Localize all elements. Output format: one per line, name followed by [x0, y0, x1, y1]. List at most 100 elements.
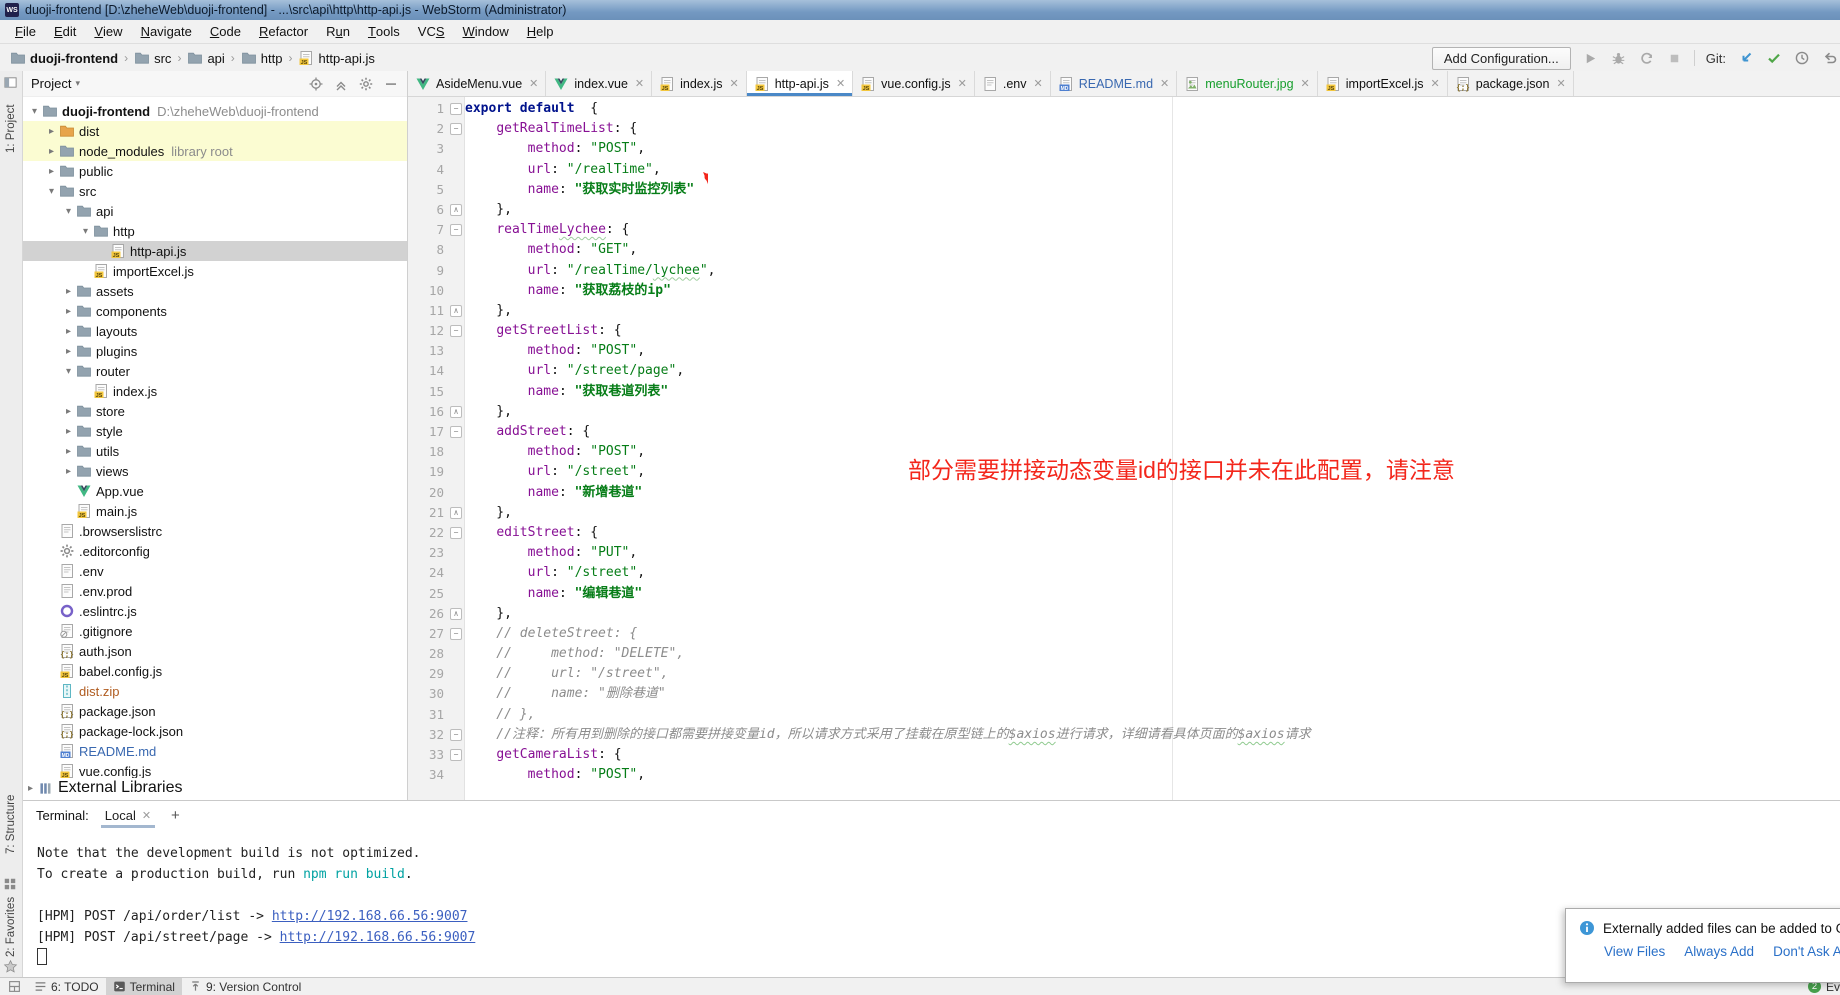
tab-close-icon[interactable]: ✕	[1554, 77, 1565, 90]
fold-marker-icon[interactable]: −	[450, 729, 462, 741]
fold-marker-icon[interactable]: ∧	[450, 406, 462, 418]
locate-file-icon[interactable]	[308, 76, 324, 92]
tree-item-public[interactable]: ▸public	[23, 161, 407, 181]
tab-README.md[interactable]: MDREADME.md✕	[1051, 71, 1178, 96]
tree-item-vue.config.js[interactable]: JSvue.config.js	[23, 761, 407, 778]
strip-label-favorites[interactable]: 2: Favorites	[0, 895, 22, 959]
statusbar-terminal[interactable]: Terminal	[106, 978, 182, 995]
collapse-all-icon[interactable]	[333, 76, 349, 92]
tree-item-layouts[interactable]: ▸layouts	[23, 321, 407, 341]
menu-code[interactable]: Code	[201, 20, 250, 43]
run-icon[interactable]	[1582, 50, 1599, 67]
menu-window[interactable]: Window	[454, 20, 518, 43]
fold-marker-icon[interactable]: −	[450, 628, 462, 640]
statusbar-vcs[interactable]: 9: Version Control	[182, 978, 308, 995]
tab-close-icon[interactable]: ✕	[1299, 77, 1310, 90]
tree-item-README.md[interactable]: MDREADME.md	[23, 741, 407, 761]
tree-item-.browserslistrc[interactable]: .browserslistrc	[23, 521, 407, 541]
statusbar-todo[interactable]: 6: TODO	[27, 978, 106, 995]
breadcrumb-item-http[interactable]: http	[241, 50, 283, 66]
tree-item-src[interactable]: ▾src	[23, 181, 407, 201]
tab-http-api.js[interactable]: JShttp-api.js✕	[747, 71, 853, 96]
tree-item-.env[interactable]: .env	[23, 561, 407, 581]
tree-expand-icon[interactable]: ▸	[61, 326, 76, 337]
breadcrumb-item-duoji-frontend[interactable]: duoji-frontend	[10, 50, 118, 66]
git-update-icon[interactable]	[1737, 50, 1754, 67]
tree-item-main.js[interactable]: JSmain.js	[23, 501, 407, 521]
code-editor[interactable]: 1−2−3456∧7−891011∧12−13141516∧17−1819202…	[408, 97, 1840, 800]
new-terminal-session-icon[interactable]: +	[167, 807, 184, 824]
fold-marker-icon[interactable]: −	[450, 325, 462, 337]
tree-expand-icon[interactable]: ▸	[61, 406, 76, 417]
tab-close-icon[interactable]: ✕	[1158, 77, 1169, 90]
terminal-link[interactable]: http://192.168.66.56:9007	[280, 930, 476, 945]
tree-expand-icon[interactable]: ▾	[78, 226, 93, 237]
fold-marker-icon[interactable]: ∧	[450, 204, 462, 216]
menu-vcs[interactable]: VCS	[409, 20, 454, 43]
notification-action-view-files[interactable]: View Files	[1604, 944, 1665, 959]
strip-label-project[interactable]: 1: Project	[0, 93, 22, 165]
menu-view[interactable]: View	[85, 20, 131, 43]
tree-item-http[interactable]: ▾http	[23, 221, 407, 241]
tree-item-api[interactable]: ▾api	[23, 201, 407, 221]
tab-menuRouter.jpg[interactable]: menuRouter.jpg✕	[1177, 71, 1317, 96]
breadcrumb-item-http-api.js[interactable]: JShttp-api.js	[298, 50, 374, 66]
tree-expand-icon[interactable]: ▸	[61, 306, 76, 317]
menu-help[interactable]: Help	[518, 20, 563, 43]
notification-action-don't-ask-agai[interactable]: Don't Ask Agai	[1773, 944, 1840, 959]
tab-.env[interactable]: .env✕	[975, 71, 1051, 96]
fold-marker-icon[interactable]: ∧	[450, 305, 462, 317]
tree-item-store[interactable]: ▸store	[23, 401, 407, 421]
terminal-link[interactable]: http://192.168.66.56:9007	[272, 909, 468, 924]
tree-item-router[interactable]: ▾router	[23, 361, 407, 381]
tree-expand-icon[interactable]: ▸	[44, 146, 59, 157]
tree-item-utils[interactable]: ▸utils	[23, 441, 407, 461]
tree-expand-icon[interactable]: ▸	[61, 446, 76, 457]
menu-navigate[interactable]: Navigate	[132, 20, 201, 43]
stop-icon[interactable]	[1666, 50, 1683, 67]
tree-item-assets[interactable]: ▸assets	[23, 281, 407, 301]
menu-edit[interactable]: Edit	[45, 20, 85, 43]
terminal-tab-close-icon[interactable]: ✕	[142, 809, 151, 822]
settings-gear-icon[interactable]	[358, 76, 374, 92]
fold-marker-icon[interactable]: −	[450, 103, 462, 115]
fold-marker-icon[interactable]: −	[450, 426, 462, 438]
tab-close-icon[interactable]: ✕	[1032, 77, 1043, 90]
tree-item-importExcel.js[interactable]: JSimportExcel.js	[23, 261, 407, 281]
tree-item-http-api.js[interactable]: JShttp-api.js	[23, 241, 407, 261]
tree-item-App.vue[interactable]: App.vue	[23, 481, 407, 501]
menu-run[interactable]: Run	[317, 20, 359, 43]
tab-close-icon[interactable]: ✕	[633, 77, 644, 90]
favorites-star-icon[interactable]	[3, 959, 19, 975]
fold-marker-icon[interactable]: ∧	[450, 608, 462, 620]
tree-item-package.json[interactable]: {;}package.json	[23, 701, 407, 721]
tree-expand-icon[interactable]: ▸	[61, 346, 76, 357]
run-with-coverage-icon[interactable]	[1638, 50, 1655, 67]
tab-close-icon[interactable]: ✕	[728, 77, 739, 90]
menu-tools[interactable]: Tools	[359, 20, 409, 43]
breadcrumb-item-src[interactable]: src	[134, 50, 171, 66]
fold-marker-icon[interactable]: −	[450, 527, 462, 539]
notification-action-always-add[interactable]: Always Add	[1684, 944, 1754, 959]
tree-item-views[interactable]: ▸views	[23, 461, 407, 481]
tab-index.vue[interactable]: index.vue✕	[546, 71, 652, 96]
tab-importExcel.js[interactable]: JSimportExcel.js✕	[1318, 71, 1448, 96]
debug-icon[interactable]	[1610, 50, 1627, 67]
tool-window-switcher-icon[interactable]	[4, 980, 25, 993]
tree-item-node_modules[interactable]: ▸node_moduleslibrary root	[23, 141, 407, 161]
add-configuration-button[interactable]: Add Configuration...	[1432, 47, 1571, 70]
tab-close-icon[interactable]: ✕	[834, 77, 845, 90]
tree-item-components[interactable]: ▸components	[23, 301, 407, 321]
rollback-icon[interactable]	[1821, 50, 1838, 67]
tree-item-babel.config.js[interactable]: JSbabel.config.js	[23, 661, 407, 681]
tree-item-index.js[interactable]: JSindex.js	[23, 381, 407, 401]
breadcrumb-item-api[interactable]: api	[187, 50, 224, 66]
tree-expand-icon[interactable]: ▸	[61, 426, 76, 437]
tab-vue.config.js[interactable]: JSvue.config.js✕	[853, 71, 975, 96]
tab-index.js[interactable]: JSindex.js✕	[652, 71, 747, 96]
tab-AsideMenu.vue[interactable]: AsideMenu.vue✕	[408, 71, 546, 96]
tree-expand-icon[interactable]: ▸	[61, 466, 76, 477]
tree-item-.editorconfig[interactable]: .editorconfig	[23, 541, 407, 561]
tree-item-duoji-frontend[interactable]: ▾duoji-frontendD:\zheheWeb\duoji-fronten…	[23, 101, 407, 121]
chevron-down-icon[interactable]: ▾	[75, 78, 80, 89]
